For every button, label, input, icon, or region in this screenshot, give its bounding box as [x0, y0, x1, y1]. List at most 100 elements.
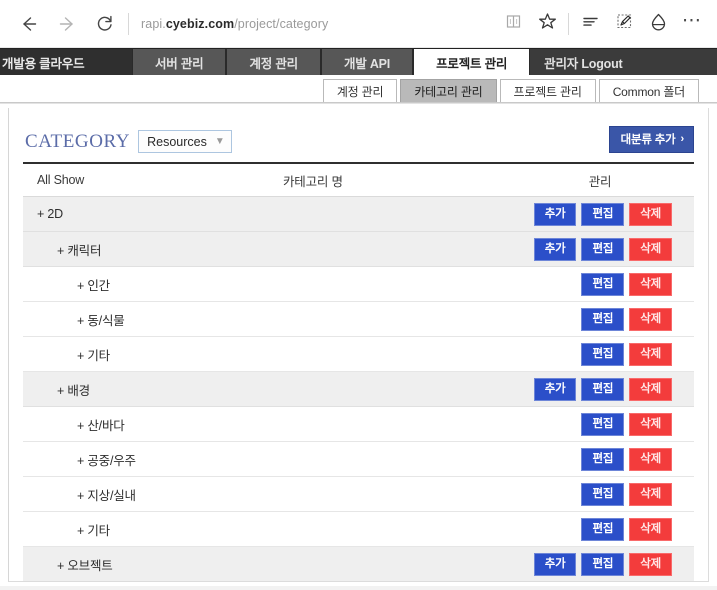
row-add-button[interactable]: 추가 — [533, 552, 577, 576]
toolbar-divider — [128, 12, 129, 35]
url-prefix: rapi. — [141, 16, 166, 31]
table-row[interactable]: + 기타 편집 삭제 — [23, 512, 694, 547]
resource-select-value: Resources — [147, 134, 207, 149]
row-delete-button[interactable]: 삭제 — [629, 517, 672, 541]
resource-select[interactable]: Resources ▼ — [138, 130, 232, 153]
address-bar[interactable]: rapi.cyebiz.com/project/category — [135, 8, 496, 40]
tab-account-management[interactable]: 계정 관리 — [322, 79, 398, 102]
row-add-button[interactable]: 추가 — [533, 377, 577, 401]
row-label: + 기타 — [77, 523, 110, 538]
nav-item-project-management[interactable]: 프로젝트 관리 — [413, 49, 531, 75]
favorites-button[interactable] — [530, 5, 564, 43]
forward-button[interactable] — [48, 5, 86, 43]
row-label: + 인간 — [77, 278, 110, 293]
row-label: + 캐릭터 — [57, 243, 102, 258]
table-row[interactable]: + 오브젝트 추가 편집 삭제 — [23, 547, 694, 581]
content-panel: CATEGORY Resources ▼ 대분류 추가 › All Show 카… — [8, 108, 709, 582]
nav-item-admin-logout[interactable]: 관리자 Logout — [530, 49, 645, 75]
url-text: rapi.cyebiz.com/project/category — [141, 17, 328, 31]
row-delete-button[interactable]: 삭제 — [629, 447, 672, 471]
tab-project-management[interactable]: 프로젝트 관리 — [499, 79, 596, 102]
main-navigation: 개발용 클라우드 서버 관리 계정 관리 개발 API 프로젝트 관리 관리자 … — [0, 48, 717, 75]
add-major-category-button[interactable]: 대분류 추가 › — [608, 126, 694, 153]
table-row[interactable]: + 산/바다 편집 삭제 — [23, 407, 694, 442]
nav-item-dev-api[interactable]: 개발 API — [320, 49, 414, 75]
ellipsis-icon: ⋯ — [682, 9, 702, 31]
row-edit-button[interactable]: 편집 — [581, 272, 625, 296]
row-edit-button[interactable]: 편집 — [581, 377, 625, 401]
row-add-button[interactable]: 추가 — [533, 237, 577, 261]
row-actions: 추가 편집 삭제 — [533, 237, 694, 261]
refresh-icon — [94, 13, 116, 35]
row-actions: 추가 편집 삭제 — [533, 202, 694, 226]
add-major-category-label: 대분류 추가 — [620, 134, 676, 146]
row-actions: 편집 삭제 — [581, 447, 694, 471]
row-label: + 기타 — [77, 348, 110, 363]
sub-tabs: 계정 관리 카테고리 관리 프로젝트 관리 Common 폴더 — [0, 75, 717, 103]
table-row[interactable]: + 배경 추가 편집 삭제 — [23, 372, 694, 407]
reading-view-button[interactable] — [496, 5, 530, 43]
chevron-down-icon: ▼ — [214, 135, 225, 147]
browser-window: rapi.cyebiz.com/project/category ⋯ 개발용 클… — [0, 0, 717, 590]
hub-button[interactable] — [573, 5, 607, 43]
back-button[interactable] — [10, 5, 48, 43]
row-edit-button[interactable]: 편집 — [581, 447, 625, 471]
row-edit-button[interactable]: 편집 — [581, 552, 625, 576]
nav-filler — [644, 49, 717, 75]
table-header-row: All Show 카테고리 명 관리 — [23, 164, 694, 197]
pen-note-icon — [614, 11, 635, 37]
table-row[interactable]: + 지상/실내 편집 삭제 — [23, 477, 694, 512]
row-delete-button[interactable]: 삭제 — [629, 377, 672, 401]
row-label: + 동/식물 — [77, 313, 125, 328]
arrow-right-icon — [56, 13, 78, 35]
row-label: + 오브젝트 — [57, 558, 113, 573]
row-actions: 편집 삭제 — [581, 517, 694, 541]
row-delete-button[interactable]: 삭제 — [629, 272, 672, 296]
row-edit-button[interactable]: 편집 — [581, 517, 625, 541]
row-delete-button[interactable]: 삭제 — [629, 307, 672, 331]
row-label: + 산/바다 — [77, 418, 125, 433]
url-host: cyebiz.com — [165, 16, 235, 31]
row-edit-button[interactable]: 편집 — [581, 412, 625, 436]
table-row[interactable]: + 캐릭터 추가 편집 삭제 — [23, 232, 694, 267]
row-delete-button[interactable]: 삭제 — [629, 482, 672, 506]
row-actions: 편집 삭제 — [581, 482, 694, 506]
column-header-all-show: All Show — [37, 173, 85, 187]
toolbar-icons: ⋯ — [496, 5, 709, 43]
tab-common-folder[interactable]: Common 폴더 — [598, 79, 699, 102]
row-label: + 배경 — [57, 383, 90, 398]
table-row[interactable]: + 2D 추가 편집 삭제 — [23, 197, 694, 232]
row-add-button[interactable]: 추가 — [533, 202, 577, 226]
web-note-button[interactable] — [607, 5, 641, 43]
arrow-left-icon — [18, 13, 40, 35]
row-actions: 추가 편집 삭제 — [533, 552, 694, 576]
table-row[interactable]: + 기타 편집 삭제 — [23, 337, 694, 372]
row-delete-button[interactable]: 삭제 — [629, 552, 672, 576]
row-edit-button[interactable]: 편집 — [581, 237, 625, 261]
row-delete-button[interactable]: 삭제 — [629, 342, 672, 366]
table-body: + 2D 추가 편집 삭제 + 캐릭터 추가 편집 삭제 + 인간 편집 삭제 + 동/식물 편집 삭제 +… — [23, 197, 694, 581]
row-edit-button[interactable]: 편집 — [581, 342, 625, 366]
hub-lines-icon — [580, 11, 601, 37]
tab-category-management[interactable]: 카테고리 관리 — [400, 79, 497, 102]
table-row[interactable]: + 공중/우주 편집 삭제 — [23, 442, 694, 477]
refresh-button[interactable] — [86, 5, 124, 43]
brand-label: 개발용 클라우드 — [0, 49, 132, 75]
row-label: + 2D — [37, 207, 63, 221]
row-delete-button[interactable]: 삭제 — [629, 237, 672, 261]
share-button[interactable] — [641, 5, 675, 43]
row-edit-button[interactable]: 편집 — [581, 307, 625, 331]
nav-item-server[interactable]: 서버 관리 — [132, 49, 227, 75]
more-button[interactable]: ⋯ — [675, 5, 709, 43]
table-row[interactable]: + 동/식물 편집 삭제 — [23, 302, 694, 337]
row-edit-button[interactable]: 편집 — [581, 482, 625, 506]
row-label: + 공중/우주 — [77, 453, 136, 468]
toolbar-divider-2 — [568, 12, 569, 35]
category-table: All Show 카테고리 명 관리 + 2D 추가 편집 삭제 + 캐릭터 추가 편집 삭제… — [9, 164, 708, 581]
nav-item-account[interactable]: 계정 관리 — [226, 49, 321, 75]
row-edit-button[interactable]: 편집 — [581, 202, 625, 226]
row-delete-button[interactable]: 삭제 — [629, 202, 672, 226]
row-delete-button[interactable]: 삭제 — [629, 412, 672, 436]
browser-toolbar: rapi.cyebiz.com/project/category ⋯ — [0, 0, 717, 48]
table-row[interactable]: + 인간 편집 삭제 — [23, 267, 694, 302]
